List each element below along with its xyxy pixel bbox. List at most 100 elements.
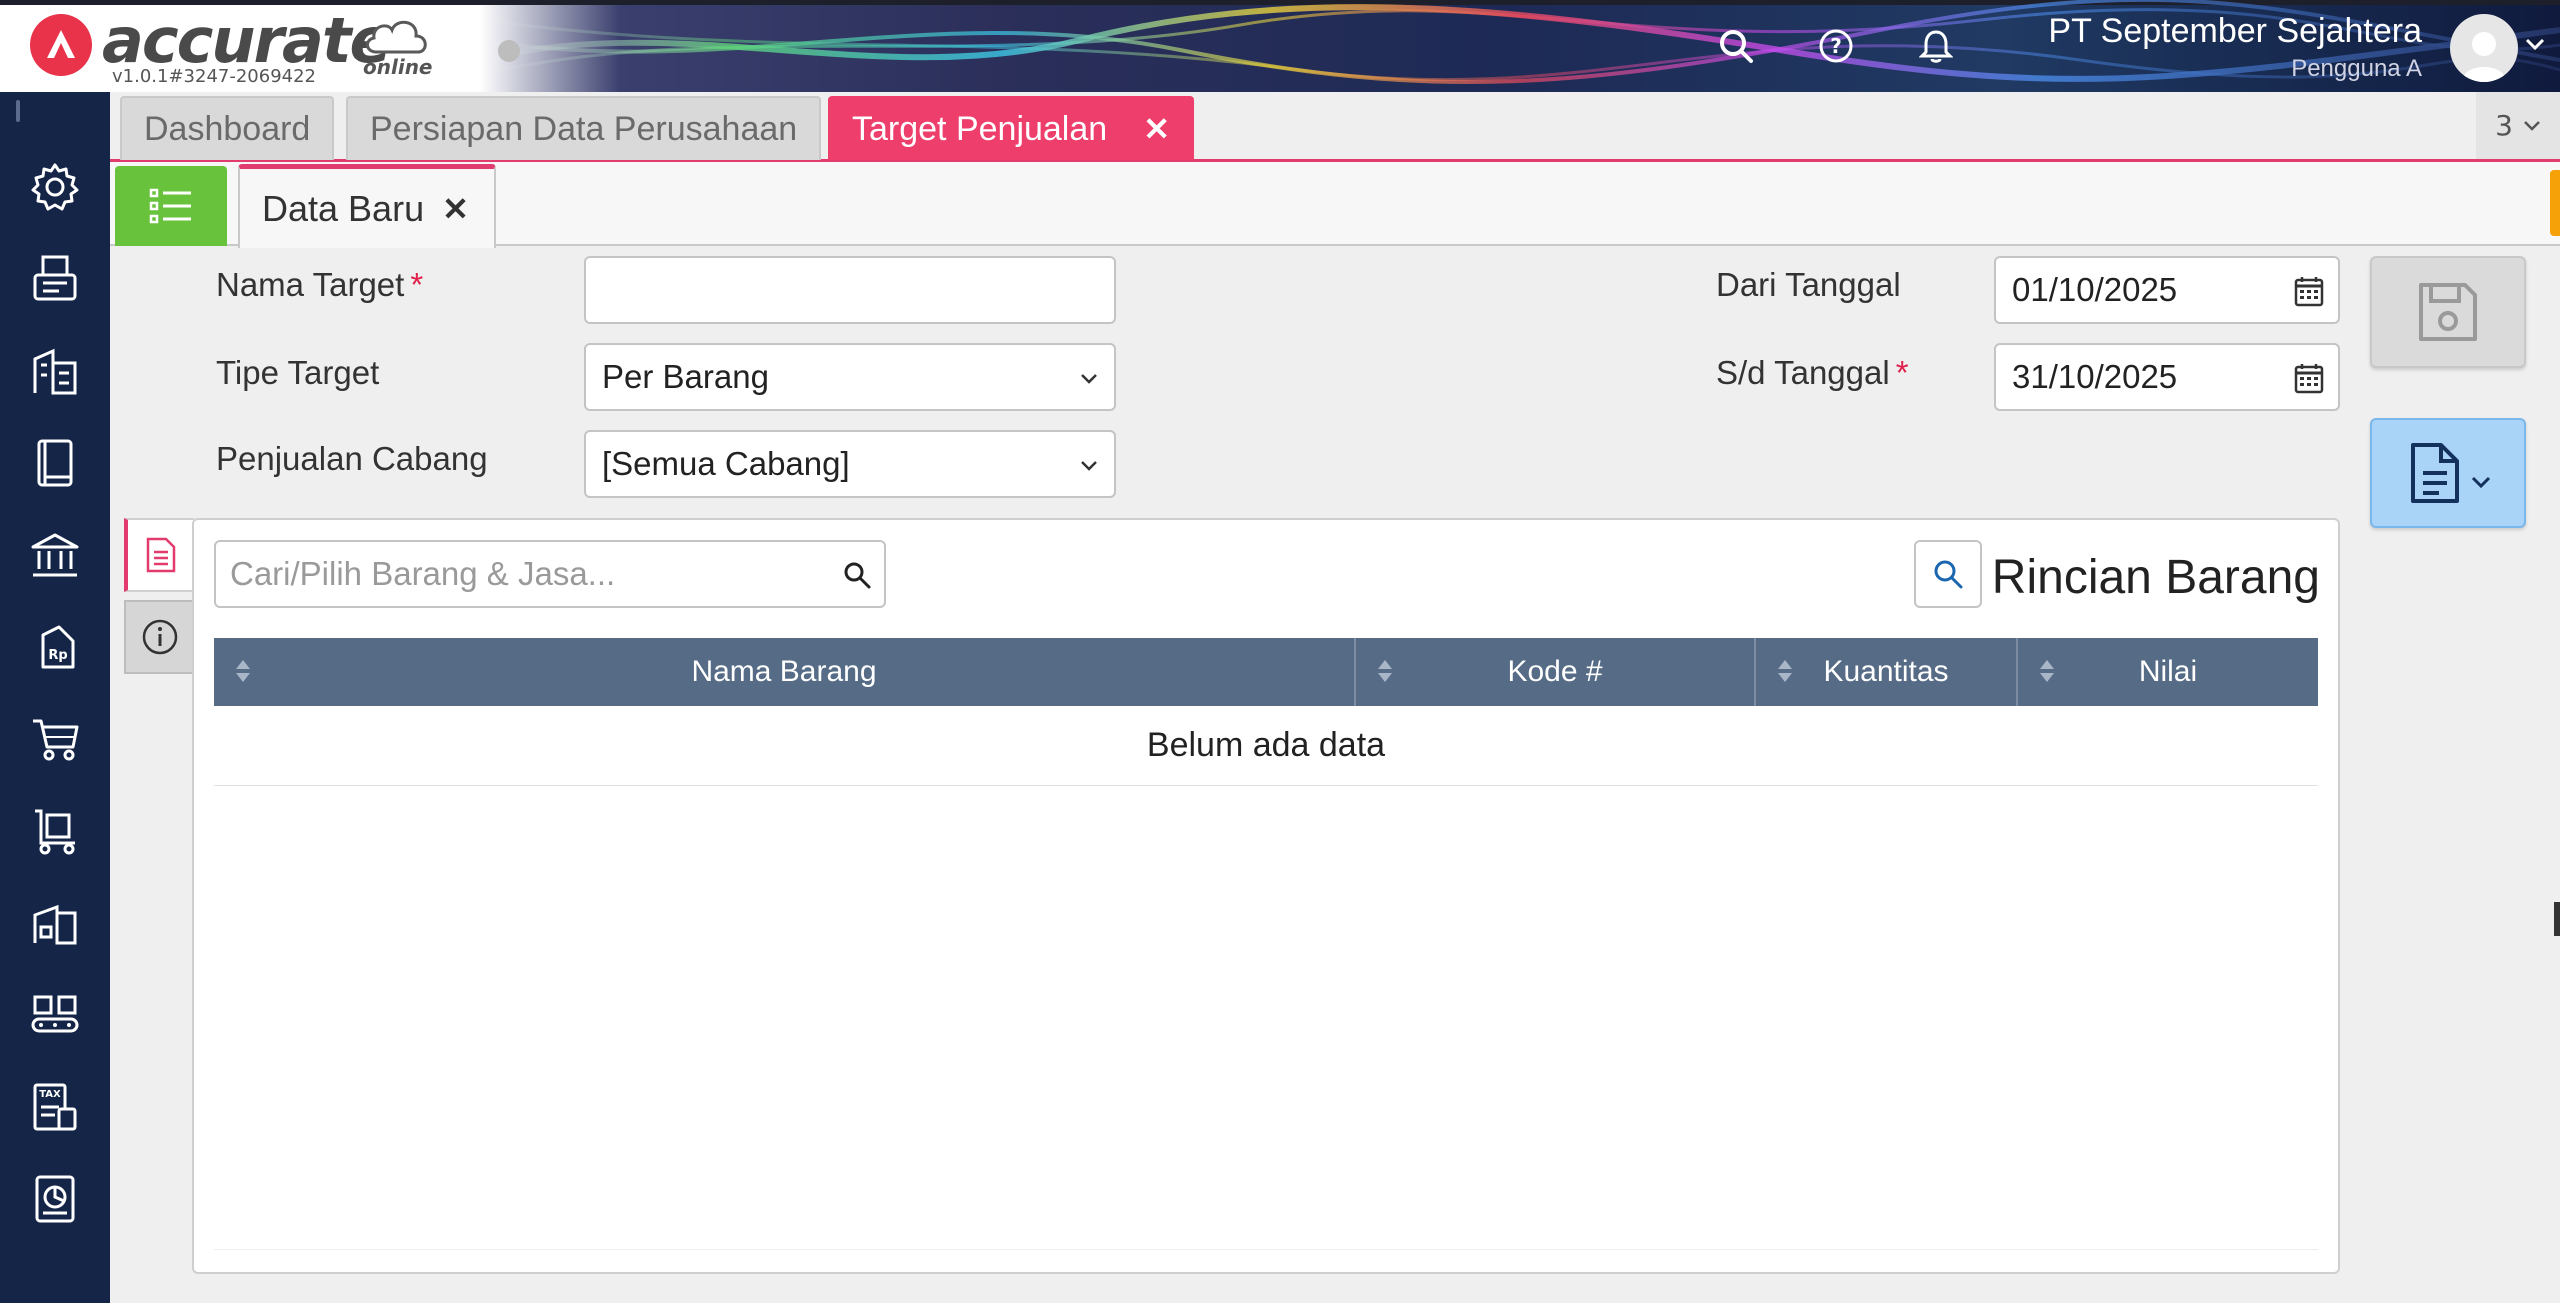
price-tag-icon[interactable]: Rp [24, 616, 86, 678]
list-icon [149, 188, 191, 224]
search-icon[interactable] [1714, 24, 1758, 68]
chevron-down-icon [1081, 374, 1097, 384]
tab-target-penjualan[interactable]: Target Penjualan ✕ [828, 96, 1194, 160]
table-header: Nama Barang Kode # Kuantitas Nilai [214, 638, 2318, 706]
resize-handle[interactable] [2554, 902, 2560, 936]
chevron-down-icon [1081, 461, 1097, 471]
list-view-button[interactable] [115, 166, 227, 246]
fax-icon[interactable] [24, 248, 86, 310]
module-tabs: Dashboard Persiapan Data Perusahaan Targ… [110, 92, 2560, 162]
floppy-disk-icon [2419, 283, 2477, 341]
tab-label: Dashboard [144, 109, 311, 148]
panel-title: Rincian Barang [1991, 551, 2320, 604]
required-mark: * [410, 266, 424, 303]
app-header: accurate online v1.0.1#3247-2069422 ? PT… [0, 0, 2560, 92]
save-button[interactable] [2370, 256, 2526, 368]
sd-tanggal-input[interactable]: 31/10/2025 [1994, 343, 2340, 411]
search-button[interactable] [1914, 540, 1982, 608]
close-icon[interactable]: ✕ [442, 190, 469, 228]
label-text: S/d Tanggal [1716, 354, 1890, 391]
column-label: Kode # [1507, 655, 1603, 688]
avatar-icon[interactable] [2450, 14, 2518, 82]
cart-icon[interactable] [24, 708, 86, 770]
document-icon [2411, 443, 2459, 503]
document-icon [146, 537, 176, 573]
building-icon[interactable] [24, 340, 86, 402]
help-icon[interactable]: ? [1814, 24, 1858, 68]
subtab-label: Data Baru [262, 187, 425, 229]
trolley-icon[interactable] [24, 800, 86, 862]
company-info[interactable]: PT September Sejahtera Pengguna A [2048, 12, 2422, 83]
user-name: Pengguna A [2291, 55, 2422, 82]
date-value: 01/10/2025 [2012, 271, 2178, 308]
tab-dashboard[interactable]: Dashboard [120, 96, 335, 160]
column-header-nilai[interactable]: Nilai [2018, 638, 2318, 706]
search-placeholder: Cari/Pilih Barang & Jasa... [230, 555, 616, 592]
gear-icon[interactable] [24, 156, 86, 218]
chevron-down-icon [2471, 476, 2491, 489]
calendar-icon[interactable] [2294, 275, 2324, 307]
sort-icon [1378, 660, 1392, 682]
tab-label: Persiapan Data Perusahaan [370, 109, 798, 148]
dari-tanggal-input[interactable]: 01/10/2025 [1994, 256, 2340, 324]
bank-icon[interactable] [24, 524, 86, 586]
svg-text:Rp: Rp [48, 648, 67, 663]
accurate-logo-icon[interactable] [30, 14, 92, 76]
report-icon[interactable] [24, 1168, 86, 1230]
document-menu-button[interactable] [2370, 418, 2526, 528]
form-tabs: Data Baru ✕ [110, 162, 2560, 248]
tab-count-dropdown[interactable]: 3 [2476, 92, 2560, 159]
sort-icon [1778, 660, 1792, 682]
tax-icon[interactable]: TAX [24, 1076, 86, 1138]
select-value: Per Barang [602, 358, 769, 395]
column-label: Nama Barang [691, 655, 877, 688]
tab-count-value: 3 [2495, 109, 2513, 142]
dari-tanggal-label: Dari Tanggal [1716, 266, 1901, 303]
column-label: Nilai [2138, 655, 2198, 688]
sort-icon [2040, 660, 2054, 682]
conveyor-icon[interactable] [24, 984, 86, 1046]
table-body [214, 786, 2318, 1250]
select-value: [Semua Cabang] [602, 445, 850, 482]
close-icon[interactable]: ✕ [1143, 110, 1170, 148]
search-icon [1934, 560, 1963, 589]
penjualan-cabang-select[interactable]: [Semua Cabang] [584, 430, 1116, 498]
search-icon [844, 562, 871, 589]
chevron-down-icon[interactable] [2524, 36, 2546, 55]
tips-button[interactable] [2550, 170, 2560, 236]
nama-target-label: Nama Target * [216, 266, 423, 304]
item-details-panel: Cari/Pilih Barang & Jasa... Rincian Bara… [192, 518, 2340, 1274]
info-icon [142, 619, 178, 655]
warehouse-icon[interactable] [24, 892, 86, 954]
cloud-icon [366, 20, 427, 54]
nama-target-input[interactable] [584, 256, 1116, 324]
column-header-nama-barang[interactable]: Nama Barang [214, 638, 1356, 706]
sidebar-handle[interactable] [16, 100, 20, 122]
tipe-target-select[interactable]: Per Barang [584, 343, 1116, 411]
date-value: 31/10/2025 [2012, 358, 2178, 395]
penjualan-cabang-label: Penjualan Cabang [216, 440, 488, 477]
column-header-kuantitas[interactable]: Kuantitas [1756, 638, 2018, 706]
svg-text:?: ? [1830, 34, 1842, 58]
book-icon[interactable] [24, 432, 86, 494]
chevron-down-icon [2524, 120, 2540, 131]
required-mark: * [1895, 354, 1909, 391]
sd-tanggal-label: S/d Tanggal * [1716, 354, 1909, 392]
label-text: Nama Target [216, 266, 405, 303]
sort-icon [236, 660, 250, 682]
tab-persiapan-data[interactable]: Persiapan Data Perusahaan [346, 96, 822, 160]
tab-data-baru[interactable]: Data Baru ✕ [238, 164, 496, 248]
app-version: v1.0.1#3247-2069422 [112, 66, 317, 87]
logo-online-text: online [363, 55, 433, 79]
calendar-icon[interactable] [2294, 362, 2324, 394]
tab-label: Target Penjualan [852, 109, 1108, 148]
tipe-target-label: Tipe Target [216, 354, 380, 391]
item-search-input[interactable]: Cari/Pilih Barang & Jasa... [214, 540, 886, 608]
tab-item-details[interactable] [124, 518, 194, 592]
column-label: Kuantitas [1823, 655, 1949, 688]
column-header-kode[interactable]: Kode # [1356, 638, 1756, 706]
bell-icon[interactable] [1914, 24, 1958, 68]
svg-text:TAX: TAX [39, 1089, 61, 1100]
status-dot [498, 40, 520, 62]
tab-info[interactable] [124, 600, 194, 674]
